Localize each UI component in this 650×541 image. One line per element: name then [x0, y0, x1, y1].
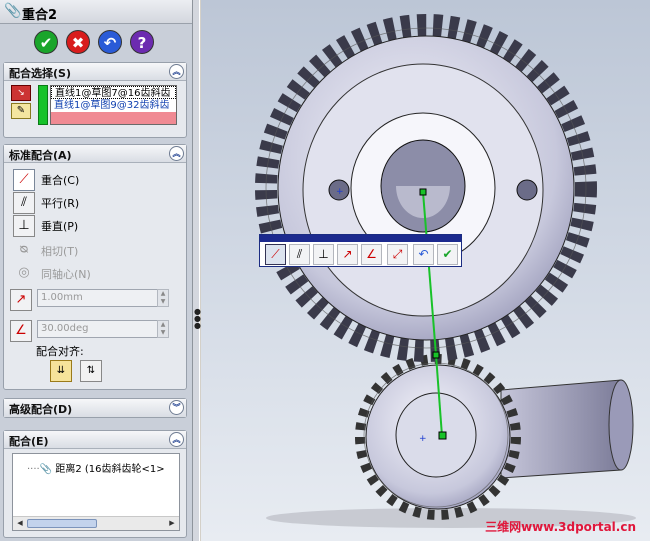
toolbar-title-strip: [260, 235, 461, 242]
flip-alignment-icon[interactable]: ⤢: [387, 244, 408, 265]
mate-option-label: 重合(C): [41, 174, 80, 187]
help-button[interactable]: ?: [130, 30, 154, 54]
origin-marker-icon: +: [336, 187, 344, 197]
collapse-chevron-icon[interactable]: ︽: [169, 432, 184, 447]
mate-selections-title: 配合选择(S): [9, 67, 71, 80]
standard-mates-header[interactable]: 标准配合(A) ︽: [4, 145, 186, 163]
ok-icon[interactable]: ✔: [437, 244, 458, 265]
advanced-mates-group: 高级配合(D) ︾: [3, 398, 187, 418]
line-endpoint[interactable]: [419, 188, 427, 196]
distance-icon[interactable]: ↗: [10, 289, 32, 311]
undo-icon[interactable]: ↶: [413, 244, 434, 265]
standard-mates-group: 标准配合(A) ︽ ⟋ 重合(C) ⫽ 平行(R) ⊥ 垂直(P) ᴓ 相切(T…: [3, 144, 187, 390]
pinion-hub: [395, 392, 477, 478]
parallel-icon[interactable]: ⫽: [289, 244, 310, 265]
tangent-icon: ᴓ: [19, 242, 29, 257]
list-item[interactable]: ····📎 距离2 (16齿斜齿轮<1>: [27, 460, 165, 475]
gear-assembly-model[interactable]: + +: [201, 0, 650, 541]
anti-aligned-icon[interactable]: ⇅: [80, 360, 102, 382]
coincident-icon[interactable]: ⟋: [265, 244, 286, 265]
selection-color-bar: [38, 85, 48, 125]
panel-titlebar: 📎 重合2: [0, 0, 192, 24]
aligned-icon[interactable]: ⇊: [50, 360, 72, 382]
panel-splitter[interactable]: ● ● ●: [192, 0, 201, 541]
selection-tool-icon[interactable]: ↘ ✎: [11, 85, 33, 121]
mate-option-label: 同轴心(N): [41, 268, 91, 281]
advanced-mates-title: 高级配合(D): [9, 403, 73, 416]
mates-list[interactable]: ····📎 距离2 (16齿斜齿轮<1> ◀ ▶: [12, 453, 180, 531]
advanced-mates-header[interactable]: 高级配合(D) ︾: [4, 399, 186, 417]
mate-option-label: 平行(R): [41, 197, 80, 210]
mates-header[interactable]: 配合(E) ︽: [4, 431, 186, 449]
angle-icon[interactable]: ∠: [10, 320, 32, 342]
alignment-buttons: ⇊ ⇅: [50, 360, 110, 384]
mate-selections-header[interactable]: 配合选择(S) ︽: [4, 63, 186, 81]
shaft-end: [608, 379, 634, 471]
mate-item-label: 距离2 (16齿斜齿轮<1>: [55, 464, 165, 475]
hole-right: [516, 179, 538, 201]
panel-title: 重合2: [22, 8, 58, 23]
selection-item[interactable]: 直线1@草图7@16齿斜齿: [51, 86, 176, 99]
horizontal-scrollbar[interactable]: ◀ ▶: [13, 516, 179, 530]
property-manager-panel: 📎 重合2 ✔ ✖ ↶ ? 配合选择(S) ︽ ↘ ✎ 直线1@草图7@16齿斜…: [0, 0, 192, 541]
paperclip-icon: 📎: [4, 3, 22, 19]
concentric-icon: ◎: [18, 265, 30, 280]
distance-field[interactable]: 1.00mm: [37, 289, 162, 307]
mate-selections-group: 配合选择(S) ︽ ↘ ✎ 直线1@草图7@16齿斜齿 直线1@草图9@32齿斜…: [3, 62, 187, 138]
distance-icon[interactable]: ↗: [337, 244, 358, 265]
cancel-button[interactable]: ✖: [66, 30, 90, 54]
mate-option-label: 相切(T): [41, 245, 79, 258]
collapse-chevron-icon[interactable]: ︽: [169, 64, 184, 79]
watermark-text: 三维网www.3dportal.cn: [485, 520, 636, 534]
standard-mates-title: 标准配合(A): [9, 149, 72, 162]
ok-button[interactable]: ✔: [34, 30, 58, 54]
mate-popup-toolbar: ⟋ ⫽ ⊥ ↗ ∠ ⤢ ↶ ✔: [259, 234, 462, 267]
selection-item[interactable]: 直线1@草图9@32齿斜齿: [51, 99, 176, 112]
angle-field[interactable]: 30.00deg: [37, 320, 162, 338]
scroll-left-icon[interactable]: ◀: [14, 518, 26, 529]
perpendicular-icon[interactable]: ⊥: [13, 215, 35, 237]
origin-marker-icon: +: [419, 434, 427, 444]
line-endpoint[interactable]: [438, 431, 447, 440]
line-endpoint[interactable]: [432, 351, 440, 359]
scrollbar-thumb[interactable]: [27, 519, 97, 528]
perpendicular-icon[interactable]: ⊥: [313, 244, 334, 265]
paperclip-icon: 📎: [39, 464, 53, 475]
scroll-right-icon[interactable]: ▶: [166, 518, 178, 529]
mates-group: 配合(E) ︽ ····📎 距离2 (16齿斜齿轮<1> ◀ ▶: [3, 430, 187, 538]
splitter-grip-icon[interactable]: ● ● ●: [194, 308, 201, 330]
graphics-viewport[interactable]: + + ⟋ ⫽ ⊥ ↗ ∠ ⤢ ↶ ✔ 三维网www.3dportal.cn: [201, 0, 650, 541]
distance-spinner[interactable]: ▲ ▼: [157, 289, 169, 307]
mate-option-label: 垂直(P): [41, 220, 79, 233]
parallel-icon[interactable]: ⫽: [13, 192, 35, 214]
angle-icon[interactable]: ∠: [361, 244, 382, 265]
undo-button[interactable]: ↶: [98, 30, 122, 54]
coincident-icon[interactable]: ⟋: [13, 169, 35, 191]
expand-chevron-icon[interactable]: ︾: [169, 400, 184, 415]
angle-spinner[interactable]: ▲ ▼: [157, 320, 169, 338]
collapse-chevron-icon[interactable]: ︽: [169, 146, 184, 161]
mates-title: 配合(E): [9, 435, 49, 448]
mate-alignment-label: 配合对齐:: [36, 345, 84, 358]
selection-list[interactable]: 直线1@草图7@16齿斜齿 直线1@草图9@32齿斜齿: [50, 85, 177, 125]
